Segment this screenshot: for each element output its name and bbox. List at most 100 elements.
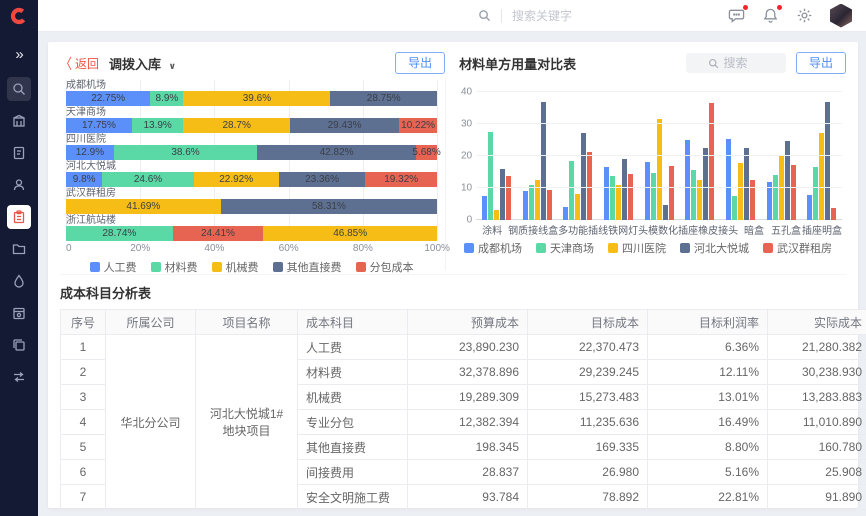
sidebar-item-folder[interactable] [7, 237, 31, 261]
settings-button[interactable] [796, 7, 814, 25]
back-link[interactable]: 〈 返回 [60, 55, 99, 72]
sidebar-item-copy[interactable] [7, 333, 31, 357]
stacked-bar-legend: 人工费 材料费机械费其他直接费分包成本 [66, 259, 437, 275]
cell-project: 河北大悦城1#地块项目 [196, 335, 298, 510]
bar-成都机场 [482, 196, 487, 220]
stacked-bar-row: 河北大悦城9.8%24.6%22.92%23.36%19.32% [66, 161, 437, 187]
sidebar-item-document[interactable] [7, 141, 31, 165]
table-section: 成本科目分析表 序号所属公司项目名称成本科目预算成本目标成本目标利润率实际成本 … [60, 274, 846, 510]
bar-四川医院 [616, 185, 621, 220]
search-icon [478, 9, 491, 22]
bar-segment-材料费: 8.9% [150, 91, 183, 106]
bar-group-暗盒 [720, 92, 761, 220]
bar-segment-机械费: 28.7% [183, 118, 290, 133]
chart-search[interactable] [686, 53, 786, 73]
global-search-input[interactable] [512, 9, 622, 23]
bar-河北大悦城 [825, 102, 830, 220]
cell-subject: 专业分包 [298, 410, 408, 435]
x-tick-label: 80% [353, 243, 373, 254]
bar-武汉群租房 [791, 165, 796, 220]
cell-budget-cost: 28.837 [408, 460, 528, 485]
user-avatar[interactable] [830, 4, 852, 28]
bar-segment-分包成本: 24.41% [173, 226, 264, 241]
stacked-bar: 28.74%24.41%46.85% [66, 226, 437, 241]
legend-swatch [356, 262, 366, 272]
legend-item-四川医院[interactable]: 四川医院 [608, 240, 666, 256]
legend-item-其他直接费[interactable]: 其他直接费 [273, 259, 342, 275]
legend-label: 材料费 [165, 259, 198, 275]
cell-company: 华北分公司 [106, 335, 196, 510]
legend-label: 成都机场 [478, 240, 522, 256]
notifications-button[interactable] [762, 7, 780, 25]
column-header: 项目名称 [196, 310, 298, 335]
category-label: 河北大悦城 [66, 161, 437, 172]
cell-index: 2 [61, 360, 106, 385]
app-logo[interactable] [0, 0, 38, 32]
bar-group-插座明盒 [801, 92, 842, 220]
legend-item-机械费[interactable]: 机械费 [212, 259, 259, 275]
cell-actual-cost: 160.780 [768, 435, 866, 460]
bar-天津商场 [569, 161, 574, 220]
search-icon [708, 58, 719, 69]
chart-search-input[interactable] [723, 56, 763, 70]
bar-河北大悦城 [541, 102, 546, 220]
legend-item-河北大悦城[interactable]: 河北大悦城 [680, 240, 749, 256]
legend-item-分包成本[interactable]: 分包成本 [356, 259, 414, 275]
sidebar: » [0, 0, 38, 516]
sidebar-collapse-toggle[interactable]: » [15, 46, 22, 63]
sidebar-item-organization[interactable] [7, 109, 31, 133]
bar-天津商场 [691, 170, 696, 220]
sidebar-item-resource[interactable] [7, 269, 31, 293]
left-panel-header: 〈 返回 调拨入库 ∨ 导出 [60, 52, 445, 74]
logo-c-icon [10, 7, 28, 25]
cell-target-cost: 26.980 [528, 460, 648, 485]
bar-天津商场 [732, 196, 737, 220]
sidebar-item-cost-active[interactable] [7, 205, 31, 229]
legend-swatch [763, 243, 773, 253]
cell-subject: 安全文明施工费 [298, 485, 408, 510]
sidebar-item-search[interactable] [7, 77, 31, 101]
cell-subject: 材料费 [298, 360, 408, 385]
cell-budget-cost: 19,289.309 [408, 385, 528, 410]
bar-segment-人工费: 22.75% [66, 91, 150, 106]
grouped-bar-x-labels: 涂料钢质接线盒多功能插线铁网灯头模数化插座橡皮接头暗盒五孔盒插座明盒 [476, 222, 842, 237]
legend-item-武汉群租房[interactable]: 武汉群租房 [763, 240, 832, 256]
chevron-down-icon: ∨ [169, 61, 176, 71]
export-button-left[interactable]: 导出 [395, 52, 445, 74]
back-label: 返回 [75, 55, 99, 72]
dashboard-card: 〈 返回 调拨入库 ∨ 导出 材料单方用量对比表 导出 成都机场22.75%8.… [48, 42, 858, 508]
sidebar-item-transfer[interactable] [7, 365, 31, 389]
y-tick-label: 30 [461, 119, 472, 130]
category-label: 武汉群租房 [66, 188, 437, 199]
stacked-bar: 41.69%58.31% [66, 199, 437, 214]
sidebar-item-user[interactable] [7, 173, 31, 197]
bar-四川医院 [738, 163, 743, 220]
legend-item-成都机场[interactable]: 成都机场 [464, 240, 522, 256]
x-category-label: 钢质接线盒 [508, 222, 558, 237]
transfer-arrows-icon [12, 370, 26, 384]
export-button-right[interactable]: 导出 [796, 52, 846, 74]
bar-group-钢质接线盒 [517, 92, 558, 220]
x-category-label: 涂料 [476, 222, 508, 237]
bar-河北大悦城 [581, 133, 586, 220]
global-search[interactable] [478, 9, 622, 23]
legend-item-人工费[interactable]: 人工费 [90, 259, 137, 275]
cell-budget-cost: 32,378.896 [408, 360, 528, 385]
folder-icon [12, 242, 26, 256]
legend-item-天津商场[interactable]: 天津商场 [536, 240, 594, 256]
bar-武汉群租房 [547, 190, 552, 220]
legend-item-材料费[interactable]: 材料费 [151, 259, 198, 275]
sidebar-item-plan[interactable] [7, 301, 31, 325]
right-panel-header: 材料单方用量对比表 导出 [445, 52, 846, 74]
table-header-row: 序号所属公司项目名称成本科目预算成本目标成本目标利润率实际成本 [61, 310, 866, 335]
stacked-bar: 9.8%24.6%22.92%23.36%19.32% [66, 172, 437, 187]
bar-河北大悦城 [622, 159, 627, 220]
cell-index: 6 [61, 460, 106, 485]
messages-button[interactable] [728, 7, 746, 25]
category-label: 成都机场 [66, 80, 437, 91]
bar-segment-其他直接费: 42.82% [257, 145, 416, 160]
page-title-dropdown[interactable]: 调拨入库 ∨ [109, 54, 176, 73]
cell-target-cost: 29,239.245 [528, 360, 648, 385]
right-chart-title: 材料单方用量对比表 [459, 54, 576, 73]
cell-index: 5 [61, 435, 106, 460]
